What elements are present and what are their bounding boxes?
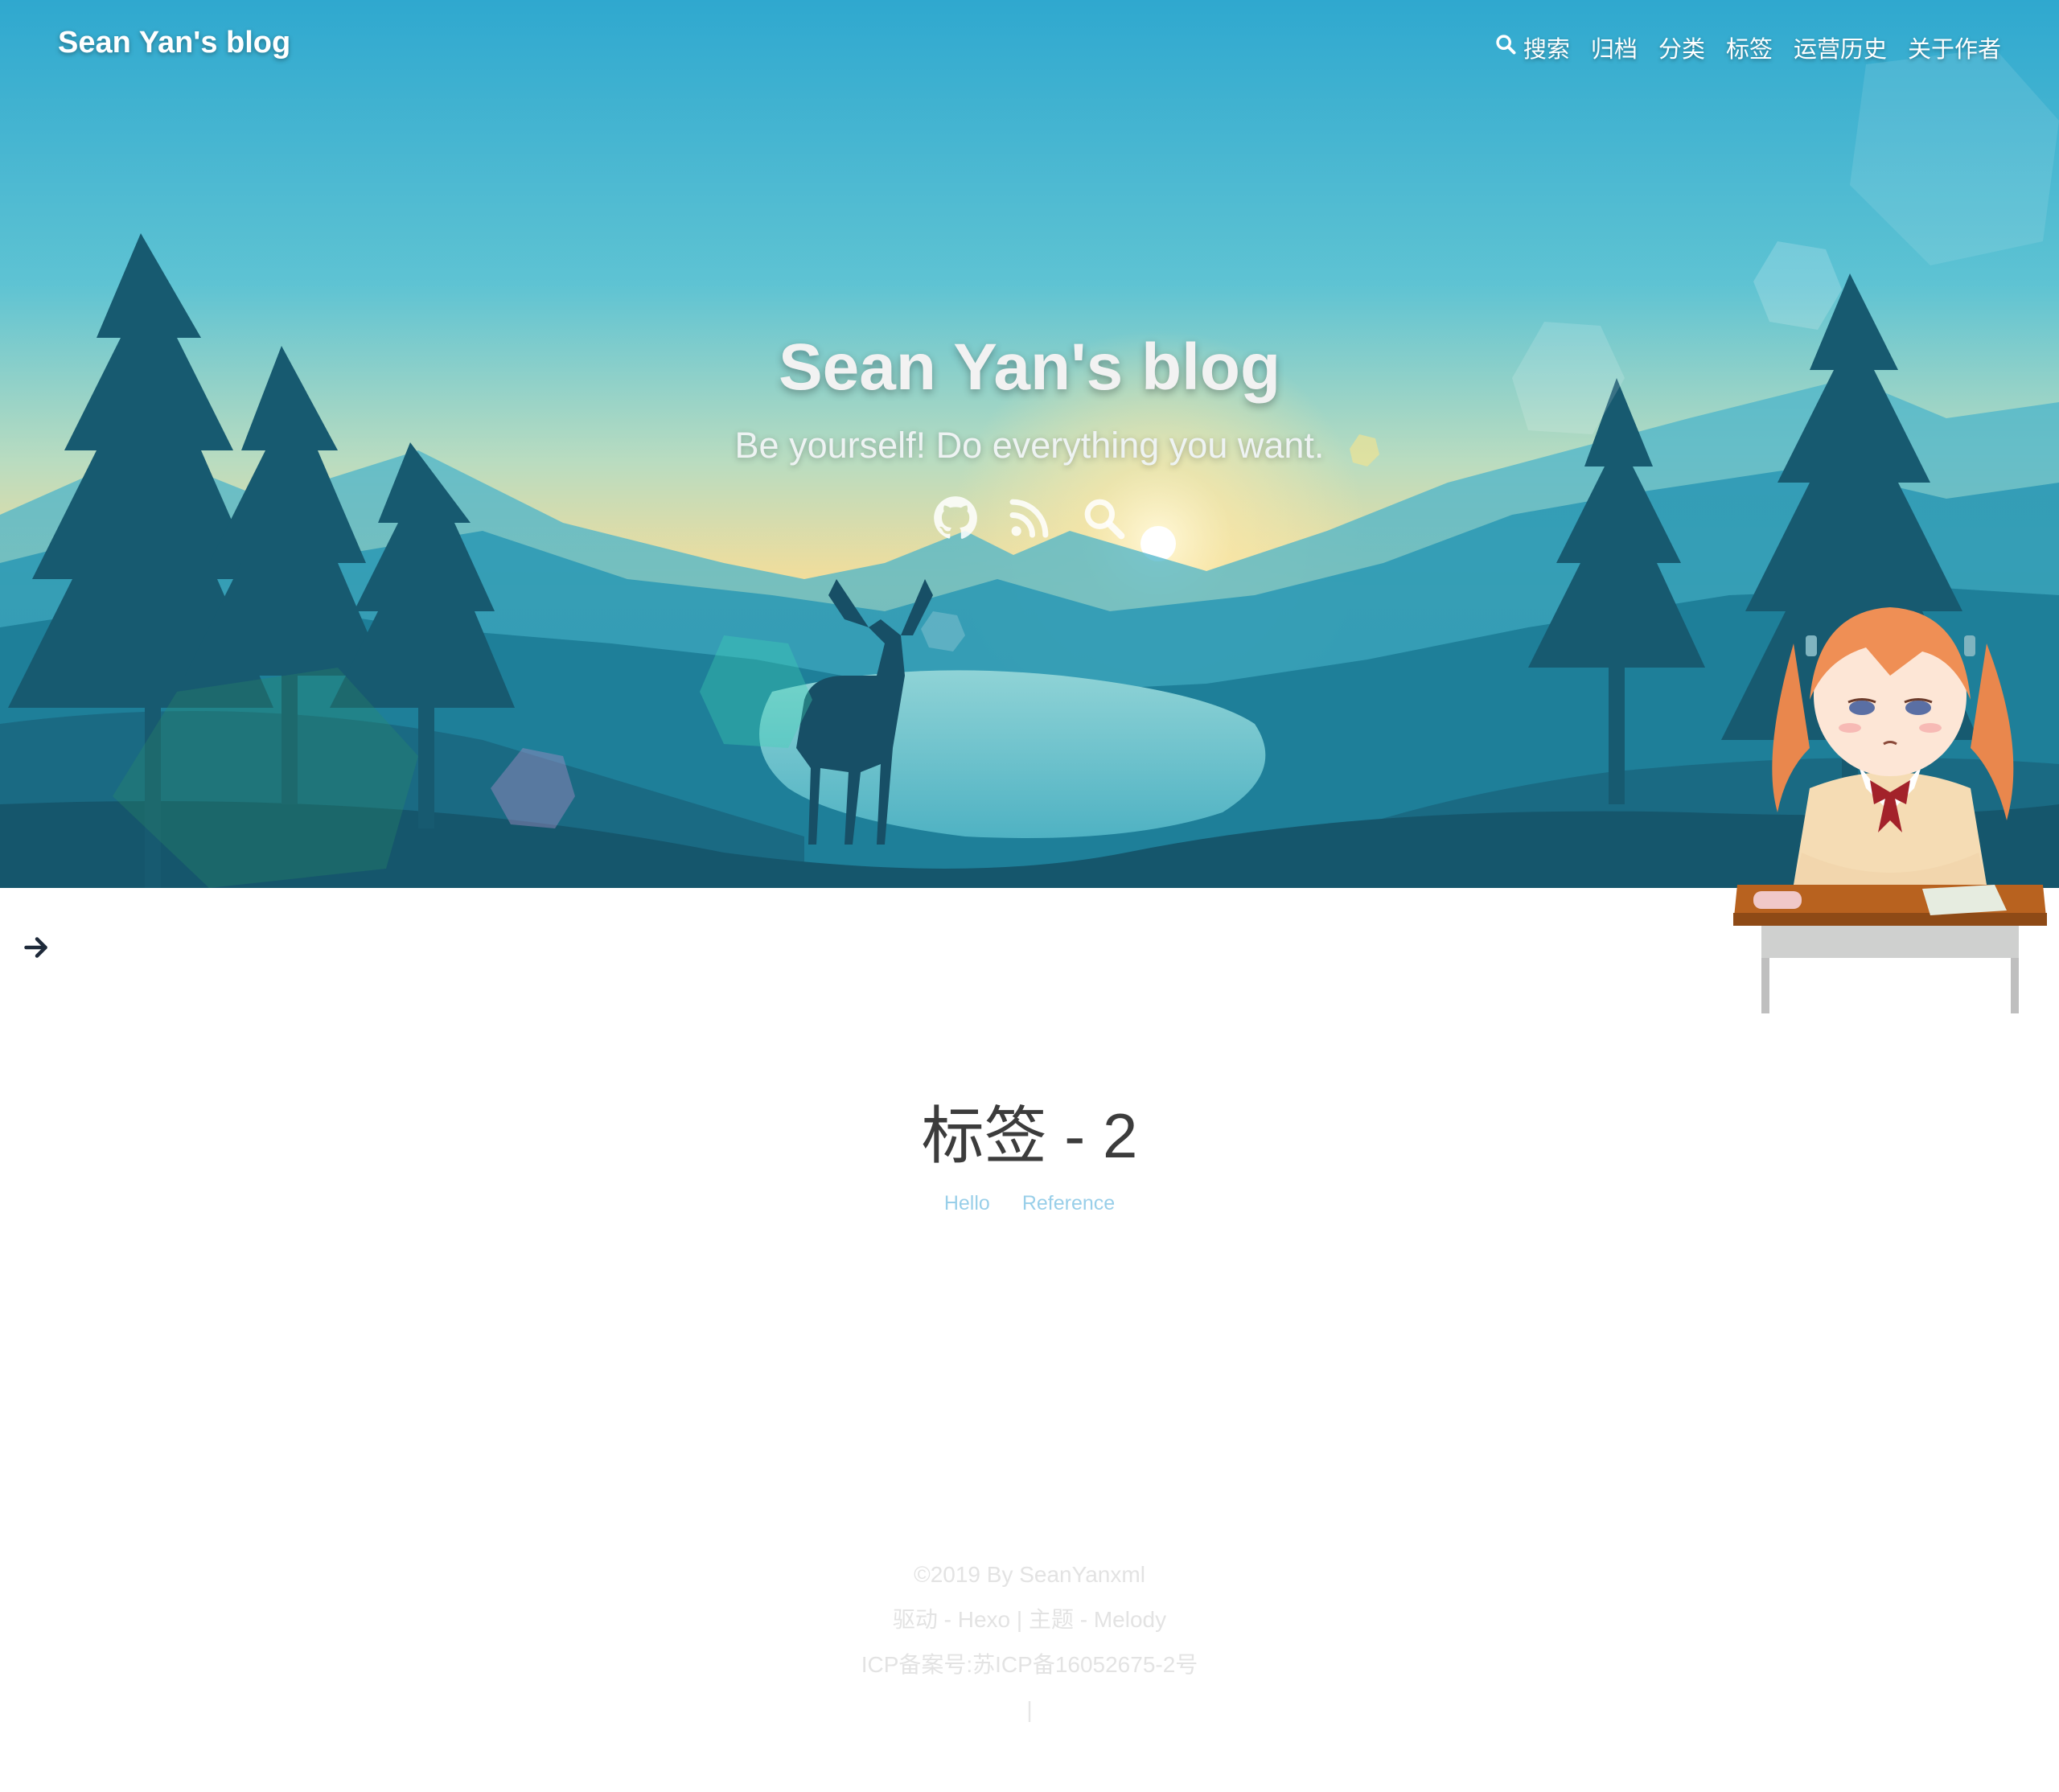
menu-item-archives[interactable]: 归档 (1591, 31, 1638, 64)
menu-item-tags[interactable]: 标签 (1726, 31, 1773, 64)
footer-powered-by: 驱动 - Hexo | 主题 - Melody (0, 1597, 2059, 1642)
tag-link-hello[interactable]: Hello (944, 1192, 990, 1215)
top-menu: 搜索 归档 分类 标签 运营历史 关于作者 (1494, 31, 2001, 64)
menu-item-label: 关于作者 (1907, 37, 2001, 63)
mascot-character[interactable] (1729, 547, 2051, 1013)
footer-divider: | (1010, 1607, 1029, 1632)
menu-item-search[interactable]: 搜索 (1494, 31, 1570, 64)
page: Sean Yan's blog 搜索 归档 分类 标签 运营历史 关于作者 Se… (0, 0, 2059, 1792)
footer-separator: | (1026, 1697, 1033, 1722)
theme-prefix: 主题 - (1028, 1607, 1094, 1632)
sidebar-toggle-button[interactable] (23, 933, 51, 962)
footer-copyright: ©2019 By SeanYanxml (914, 1562, 1145, 1587)
menu-item-label: 运营历史 (1793, 37, 1887, 63)
melody-theme-link[interactable]: Melody (1094, 1607, 1166, 1632)
search-icon[interactable] (1081, 495, 1126, 540)
social-links (0, 495, 2059, 540)
menu-item-label: 标签 (1725, 37, 1773, 63)
footer-icp: ICP备案号:苏ICP备16052675-2号 (0, 1642, 2059, 1687)
page-title: 标签 - 2 (921, 1100, 1138, 1171)
search-icon (1494, 33, 1517, 62)
hero-subtitle: Be yourself! Do everything you want. (734, 425, 1325, 466)
menu-item-about[interactable]: 关于作者 (1908, 31, 2001, 64)
menu-item-label: 归档 (1590, 37, 1638, 63)
tag-cloud: Hello Reference (0, 1192, 2059, 1215)
footer: ©2019 By SeanYanxml 驱动 - Hexo | 主题 - Mel… (0, 1552, 2059, 1732)
tag-link-reference[interactable]: Reference (1022, 1192, 1115, 1215)
icp-link[interactable]: ICP备案号:苏ICP备16052675-2号 (861, 1652, 1198, 1677)
arrow-right-icon (24, 937, 47, 958)
github-icon[interactable] (933, 495, 978, 540)
hero-title: Sean Yan's blog (778, 331, 1281, 404)
rss-icon[interactable] (1007, 495, 1052, 540)
menu-item-categories[interactable]: 分类 (1658, 31, 1705, 64)
site-name-link[interactable]: Sean Yan's blog (58, 26, 290, 60)
menu-item-label: 分类 (1658, 37, 1705, 63)
hexo-link[interactable]: Hexo (958, 1607, 1010, 1632)
powered-prefix: 驱动 - (892, 1607, 958, 1632)
menu-item-label: 搜索 (1523, 37, 1570, 63)
menu-item-history[interactable]: 运营历史 (1794, 31, 1887, 64)
